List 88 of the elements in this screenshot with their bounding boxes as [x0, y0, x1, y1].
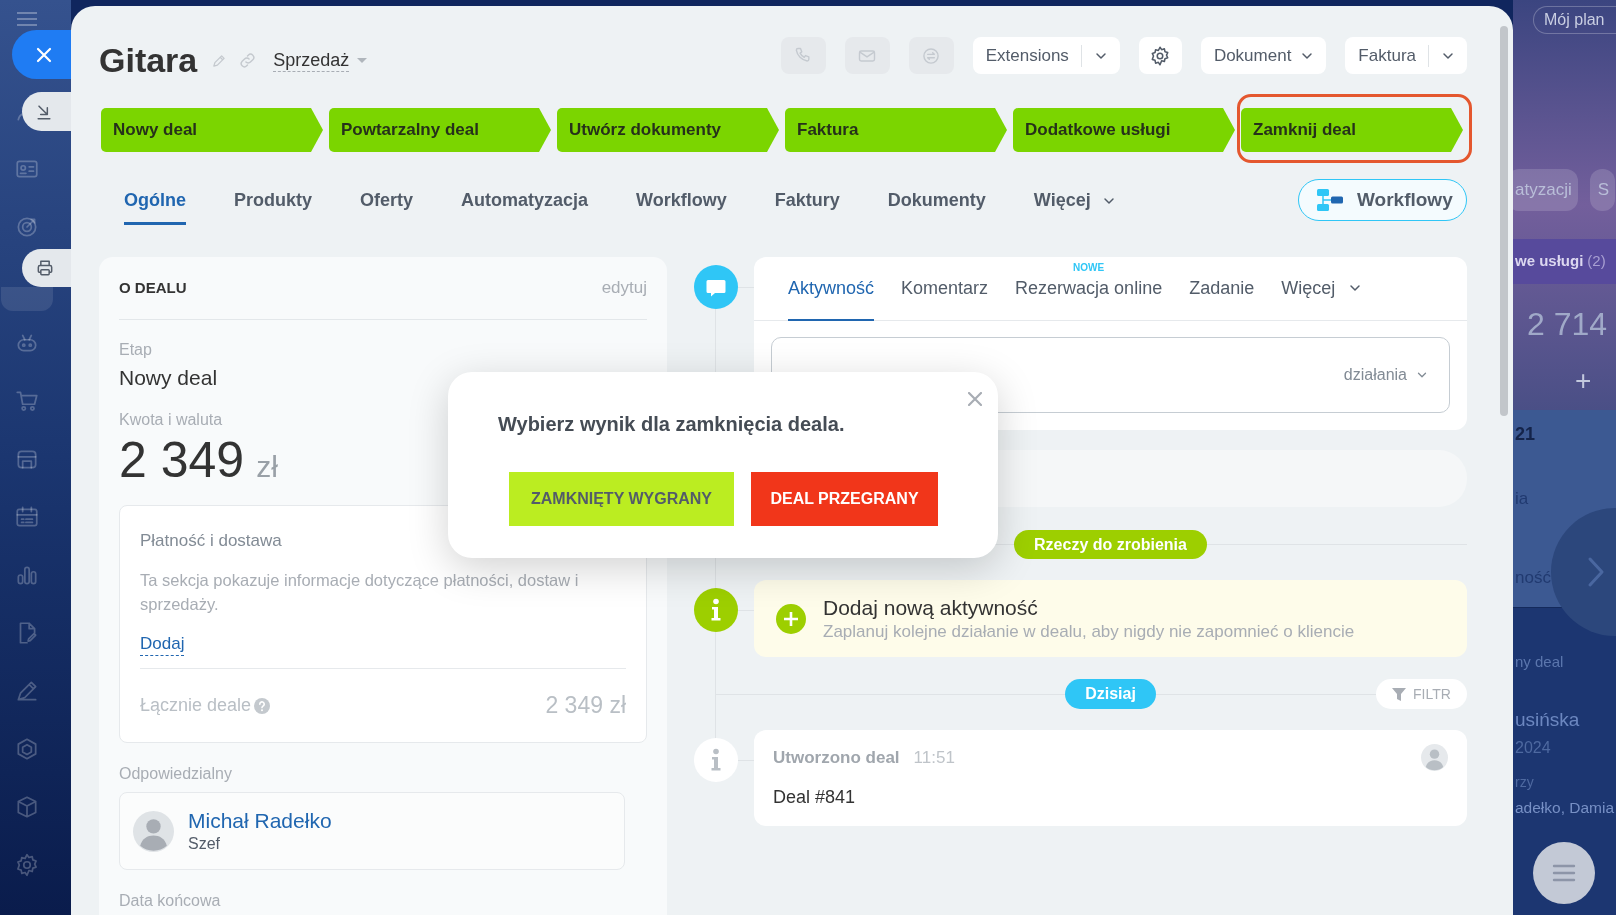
amount-value: 2 349 [119, 432, 245, 488]
section-description: Ta sekcja pokazuje informacje dotyczące płatności, dostaw i sprzedaży. [140, 570, 580, 615]
tab[interactable]: Komentarz [901, 257, 989, 321]
stage-button[interactable]: Zamknij deal [1241, 108, 1463, 152]
tab[interactable]: Więcej [1281, 257, 1364, 321]
calendar-icon[interactable] [14, 504, 40, 530]
settings-button[interactable] [1138, 37, 1182, 74]
minimize-button[interactable] [22, 92, 71, 131]
column-count: (2) [1587, 251, 1606, 272]
total-label: Łącznie deale [140, 694, 252, 717]
caret-icon [357, 57, 368, 63]
plus-icon [776, 603, 806, 634]
lose-button[interactable]: DEAL PRZEGRANY [751, 472, 938, 526]
card-text: usińska [1515, 708, 1580, 732]
stage-button[interactable]: Nowy deal [101, 108, 323, 152]
menu-icon[interactable] [17, 12, 37, 26]
deal-title: Gitara [99, 40, 198, 80]
field-label: Etap [119, 340, 152, 360]
close-icon[interactable] [968, 392, 982, 406]
workflow-icon [1317, 189, 1343, 211]
avatar [133, 810, 174, 852]
tab[interactable]: Workflowy [636, 179, 727, 225]
tab[interactable]: Ogólne [124, 179, 186, 225]
card-text: 21 [1515, 423, 1536, 446]
date-label: Dzisiaj [1065, 679, 1156, 709]
field-label: Kwota i waluta [119, 410, 223, 430]
stage-button[interactable]: Powtarzalny deal [329, 108, 551, 152]
dialog-title: Wybierz wynik dla zamknięcia deala. [498, 412, 845, 436]
tab[interactable]: Więcej [1033, 179, 1117, 225]
link-icon[interactable] [238, 50, 258, 70]
close-button[interactable] [12, 30, 71, 79]
total-value: 2 349 zł [545, 691, 626, 721]
field-label: Data końcowa [119, 891, 221, 911]
win-button[interactable]: ZAMKNIĘTY WYGRANY [509, 472, 734, 526]
tab[interactable]: Dokumenty [887, 179, 986, 225]
history-text: Deal #841 [773, 786, 856, 809]
stage-button[interactable]: Utwórz dokumenty [557, 108, 779, 152]
card-text: ny deal [1515, 652, 1564, 672]
new-label: NOWE [1073, 262, 1105, 274]
field-value: Nowy deal [119, 365, 218, 391]
tab[interactable]: Oferty [360, 179, 414, 225]
stage-button[interactable]: Dodatkowe usługi [1013, 108, 1235, 152]
split-menu-button[interactable]: Faktura [1345, 37, 1467, 74]
tab[interactable]: Faktury [774, 179, 840, 225]
close-icon [36, 46, 52, 63]
hexagon-icon[interactable] [14, 736, 40, 762]
info-icon [694, 588, 738, 632]
add-sign[interactable]: + [1575, 367, 1592, 395]
card-title: Dodaj nową aktywność [823, 594, 1038, 621]
add-link[interactable]: Dodaj [140, 633, 185, 656]
tab[interactable]: Aktywność [788, 257, 875, 321]
print-button[interactable] [22, 249, 71, 287]
column-total: 2 714 [1527, 305, 1608, 343]
field-label: Odpowiedzialny [119, 764, 232, 784]
person-name[interactable]: Michał Radełko [188, 808, 332, 834]
swap-icon [921, 45, 942, 66]
category-dropdown[interactable]: Sprzedaż [273, 48, 368, 72]
tab[interactable]: Automatyzacja [461, 179, 589, 225]
list-icon [1551, 863, 1577, 883]
chevron-right-icon [1587, 556, 1605, 588]
printer-icon [35, 258, 55, 278]
gear-icon[interactable] [14, 852, 40, 878]
add-activity-card[interactable]: Dodaj nową aktywność Zaplanuj kolejne działanie w dealu, aby nigdy nie zapomnieć o kliencie [754, 580, 1467, 657]
card-subtitle: Zaplanuj kolejne działanie w dealu, aby nigdy nie zapomnieć o kliencie [823, 620, 1355, 643]
tab[interactable]: Zadanie [1189, 257, 1255, 321]
info-icon [694, 738, 738, 782]
card-title: O DEALU [119, 277, 187, 298]
actions-dropdown[interactable]: działania [1343, 363, 1429, 387]
dropdown-button[interactable]: Dokument [1200, 37, 1327, 74]
card-text: adełko, Damia [1515, 798, 1615, 818]
help-icon[interactable] [254, 697, 271, 714]
chat-bubble-icon [694, 265, 738, 309]
currency-label: zł [256, 449, 278, 485]
stage-button[interactable]: Faktura [785, 108, 1007, 152]
filter-icon [1392, 687, 1407, 701]
section-title: Płatność i dostawa [140, 530, 282, 552]
avatar [1421, 744, 1448, 771]
scrollbar[interactable] [1500, 26, 1508, 416]
workflow-button[interactable]: Workflowy [1298, 179, 1467, 221]
tab[interactable]: Produkty [234, 179, 312, 225]
column-title: we usługi [1515, 251, 1584, 272]
cart-icon[interactable] [14, 388, 40, 414]
split-menu-button[interactable]: Extensions [972, 37, 1120, 74]
section-label: Rzeczy do zrobienia [1014, 530, 1207, 559]
person-position: Szef [188, 834, 220, 854]
history-time: 11:51 [913, 746, 955, 769]
history-title: Utworzono deal [773, 746, 900, 769]
cube-icon[interactable] [14, 794, 40, 820]
